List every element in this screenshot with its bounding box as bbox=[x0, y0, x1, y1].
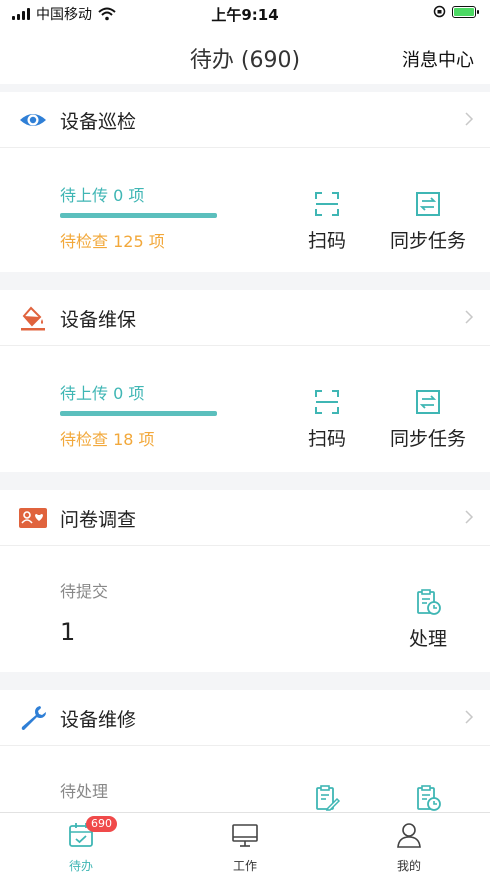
sync-label: 同步任务 bbox=[389, 230, 466, 252]
tab-mine-label: 我的 bbox=[396, 859, 421, 873]
status-right bbox=[433, 5, 479, 18]
repair-card: 设备维修 待处理 bbox=[0, 690, 490, 812]
status-time: 上午9:14 bbox=[211, 6, 279, 24]
todo-badge: 690 bbox=[86, 816, 117, 832]
survey-pending-count: 1 bbox=[60, 618, 76, 646]
clipboard-clock-icon bbox=[417, 589, 441, 615]
chevron-right-icon bbox=[465, 510, 474, 524]
person-heart-icon bbox=[19, 508, 47, 528]
inspection-header[interactable]: 设备巡检 bbox=[0, 92, 490, 148]
monitor-icon bbox=[232, 824, 258, 847]
message-center-button[interactable]: 消息中心 bbox=[402, 46, 474, 72]
status-bar: 中国移动 上午9:14 bbox=[0, 0, 490, 28]
maintenance-pending-upload: 待上传 0 项 bbox=[60, 384, 145, 403]
maintenance-header[interactable]: 设备维保 bbox=[0, 290, 490, 346]
wrench-icon bbox=[21, 706, 46, 730]
paint-bucket-icon bbox=[21, 306, 45, 331]
survey-title: 问卷调查 bbox=[60, 509, 137, 531]
survey-pending-label: 待提交 bbox=[60, 582, 109, 601]
clipboard-clock-icon[interactable] bbox=[414, 784, 442, 812]
tab-work[interactable]: 工作 bbox=[205, 821, 285, 874]
maintenance-title: 设备维保 bbox=[60, 309, 137, 331]
sync-icon bbox=[416, 192, 440, 216]
tab-todo-label: 待办 bbox=[68, 859, 93, 873]
sync-label: 同步任务 bbox=[389, 428, 466, 450]
inspection-scan-button[interactable]: 扫码 bbox=[277, 190, 377, 253]
tab-todo[interactable]: 690 待办 bbox=[41, 816, 121, 874]
inspection-pending-upload: 待上传 0 项 bbox=[60, 186, 145, 205]
user-icon bbox=[397, 823, 421, 848]
repair-title: 设备维修 bbox=[60, 709, 137, 731]
tab-mine[interactable]: 我的 bbox=[369, 821, 449, 874]
chevron-right-icon bbox=[465, 112, 474, 126]
scan-icon bbox=[315, 390, 339, 414]
scan-icon bbox=[315, 192, 339, 216]
inspection-progress-bar bbox=[60, 213, 217, 218]
inspection-sync-button[interactable]: 同步任务 bbox=[378, 190, 478, 253]
inspection-pending-check[interactable]: 待检查 125 项 bbox=[60, 228, 165, 252]
survey-process-button[interactable]: 处理 bbox=[378, 588, 478, 651]
scan-label: 扫码 bbox=[307, 230, 346, 252]
repair-header[interactable]: 设备维修 bbox=[0, 690, 490, 746]
process-label: 处理 bbox=[408, 628, 447, 650]
inspection-card: 设备巡检 待上传 0 项 待检查 125 项 扫码 同步任务 bbox=[0, 92, 490, 272]
repair-pending-label: 待处理 bbox=[60, 782, 109, 801]
maintenance-sync-button[interactable]: 同步任务 bbox=[378, 388, 478, 451]
tab-work-label: 工作 bbox=[232, 859, 257, 873]
chevron-right-icon bbox=[465, 710, 474, 724]
battery-icon bbox=[452, 5, 479, 18]
maintenance-card: 设备维保 待上传 0 项 待检查 18 项 扫码 同步任务 bbox=[0, 290, 490, 472]
nav-bar: 待办 (690) 消息中心 bbox=[0, 28, 490, 84]
inspection-title: 设备巡检 bbox=[60, 111, 137, 133]
tab-bar: 690 待办 工作 我的 bbox=[0, 812, 490, 876]
survey-card: 问卷调查 待提交 1 处理 bbox=[0, 490, 490, 672]
maintenance-progress-bar bbox=[60, 411, 217, 416]
clipboard-edit-icon[interactable] bbox=[313, 784, 341, 812]
chevron-right-icon bbox=[465, 310, 474, 324]
orientation-lock-icon bbox=[433, 5, 446, 18]
maintenance-scan-button[interactable]: 扫码 bbox=[277, 388, 377, 451]
sync-icon bbox=[416, 390, 440, 414]
eye-icon bbox=[20, 114, 46, 126]
maintenance-pending-check[interactable]: 待检查 18 项 bbox=[60, 426, 155, 450]
survey-header[interactable]: 问卷调查 bbox=[0, 490, 490, 546]
scan-label: 扫码 bbox=[307, 428, 346, 450]
